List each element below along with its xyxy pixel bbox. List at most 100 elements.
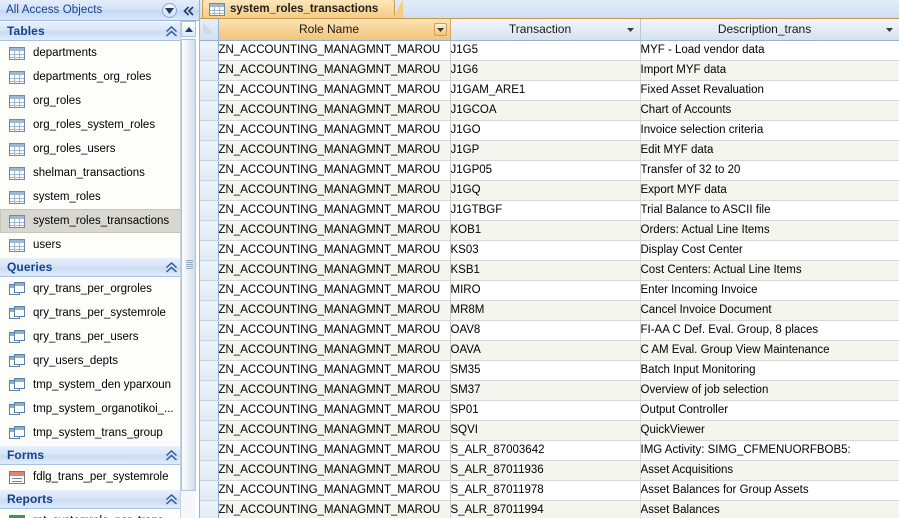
row-selector[interactable] bbox=[200, 180, 219, 201]
row-selector[interactable] bbox=[200, 80, 219, 101]
cell-role[interactable]: ZN_ACCOUNTING_MANAGMNT_MAROU bbox=[218, 440, 451, 461]
cell-transaction[interactable]: OAV8 bbox=[450, 320, 641, 341]
cell-transaction[interactable]: J1GP bbox=[450, 140, 641, 161]
row-selector[interactable] bbox=[200, 480, 219, 501]
cell-transaction[interactable]: MIRO bbox=[450, 280, 641, 301]
nav-item-org-roles-system-roles[interactable]: org_roles_system_roles bbox=[0, 113, 185, 137]
cell-role[interactable]: ZN_ACCOUNTING_MANAGMNT_MAROU bbox=[218, 160, 451, 181]
cell-transaction[interactable]: KSB1 bbox=[450, 260, 641, 281]
cell-description[interactable]: Overview of job selection bbox=[640, 380, 899, 401]
cell-description[interactable]: Chart of Accounts bbox=[640, 100, 899, 121]
table-row[interactable]: ZN_ACCOUNTING_MANAGMNT_MAROU SM35 Batch In… bbox=[200, 360, 899, 381]
row-selector[interactable] bbox=[200, 220, 219, 241]
table-row[interactable]: ZN_ACCOUNTING_MANAGMNT_MAROU SP01 Output C… bbox=[200, 400, 899, 421]
table-row[interactable]: ZN_ACCOUNTING_MANAGMNT_MAROU KOB1 Orders: … bbox=[200, 220, 899, 241]
column-header-description-trans[interactable]: Description_trans bbox=[640, 19, 899, 41]
double-chevron-left-icon[interactable] bbox=[181, 2, 197, 19]
filter-dropdown-icon[interactable] bbox=[433, 23, 447, 36]
row-selector[interactable] bbox=[200, 280, 219, 301]
cell-description[interactable]: MYF - Load vendor data bbox=[640, 40, 899, 61]
table-row[interactable]: ZN_ACCOUNTING_MANAGMNT_MAROU S_ALR_870119… bbox=[200, 500, 899, 518]
cell-description[interactable]: Fixed Asset Revaluation bbox=[640, 80, 899, 101]
double-chevron-up-icon[interactable] bbox=[165, 25, 178, 43]
nav-item-tmp-system-den-yparxoun[interactable]: tmp_system_den yparxoun bbox=[0, 373, 185, 397]
nav-item-org-roles[interactable]: org_roles bbox=[0, 89, 185, 113]
cell-role[interactable]: ZN_ACCOUNTING_MANAGMNT_MAROU bbox=[218, 200, 451, 221]
cell-role[interactable]: ZN_ACCOUNTING_MANAGMNT_MAROU bbox=[218, 300, 451, 321]
table-row[interactable]: ZN_ACCOUNTING_MANAGMNT_MAROU MR8M Cancel I… bbox=[200, 300, 899, 321]
nav-item-system-roles-transactions[interactable]: system_roles_transactions bbox=[0, 209, 185, 233]
row-selector[interactable] bbox=[200, 380, 219, 401]
row-selector[interactable] bbox=[200, 340, 219, 361]
table-row[interactable]: ZN_ACCOUNTING_MANAGMNT_MAROU MIRO Enter In… bbox=[200, 280, 899, 301]
cell-transaction[interactable]: OAVA bbox=[450, 340, 641, 361]
row-selector[interactable] bbox=[200, 440, 219, 461]
row-selector[interactable] bbox=[200, 240, 219, 261]
cell-transaction[interactable]: S_ALR_87011978 bbox=[450, 480, 641, 501]
tab-system-roles-transactions[interactable]: system_roles_transactions bbox=[202, 0, 404, 18]
row-selector[interactable] bbox=[200, 60, 219, 81]
cell-description[interactable]: QuickViewer bbox=[640, 420, 899, 441]
cell-description[interactable]: Batch Input Monitoring bbox=[640, 360, 899, 381]
row-selector[interactable] bbox=[200, 400, 219, 421]
nav-group-header-forms[interactable]: Forms bbox=[0, 445, 186, 465]
table-row[interactable]: ZN_ACCOUNTING_MANAGMNT_MAROU KSB1 Cost Cen… bbox=[200, 260, 899, 281]
column-header-role-name[interactable]: Role Name bbox=[218, 19, 451, 41]
cell-transaction[interactable]: J1GQ bbox=[450, 180, 641, 201]
row-selector[interactable] bbox=[200, 160, 219, 181]
scroll-up-arrow-icon[interactable] bbox=[181, 21, 196, 37]
nav-item-rpt-systemrole-per-trans[interactable]: rpt_systemrole_per_trans bbox=[0, 509, 185, 518]
nav-item-org-roles-users[interactable]: org_roles_users bbox=[0, 137, 185, 161]
nav-item-qry-users-depts[interactable]: qry_users_depts bbox=[0, 349, 185, 373]
cell-description[interactable]: Output Controller bbox=[640, 400, 899, 421]
cell-description[interactable]: Asset Balances for Group Assets bbox=[640, 480, 899, 501]
cell-transaction[interactable]: SM37 bbox=[450, 380, 641, 401]
cell-role[interactable]: ZN_ACCOUNTING_MANAGMNT_MAROU bbox=[218, 400, 451, 421]
table-row[interactable]: ZN_ACCOUNTING_MANAGMNT_MAROU J1GTBGF Trial… bbox=[200, 200, 899, 221]
double-chevron-up-icon[interactable] bbox=[165, 493, 178, 511]
chevron-down-icon[interactable] bbox=[162, 3, 177, 18]
cell-role[interactable]: ZN_ACCOUNTING_MANAGMNT_MAROU bbox=[218, 120, 451, 141]
table-row[interactable]: ZN_ACCOUNTING_MANAGMNT_MAROU J1GQ Export M… bbox=[200, 180, 899, 201]
table-row[interactable]: ZN_ACCOUNTING_MANAGMNT_MAROU SM37 Overview… bbox=[200, 380, 899, 401]
nav-item-tmp-system-trans-group[interactable]: tmp_system_trans_group bbox=[0, 421, 185, 445]
cell-role[interactable]: ZN_ACCOUNTING_MANAGMNT_MAROU bbox=[218, 320, 451, 341]
row-selector[interactable] bbox=[200, 320, 219, 341]
nav-group-header-queries[interactable]: Queries bbox=[0, 257, 186, 277]
cell-transaction[interactable]: S_ALR_87003642 bbox=[450, 440, 641, 461]
table-row[interactable]: ZN_ACCOUNTING_MANAGMNT_MAROU J1GCOA Chart … bbox=[200, 100, 899, 121]
table-row[interactable]: ZN_ACCOUNTING_MANAGMNT_MAROU SQVI QuickVie… bbox=[200, 420, 899, 441]
cell-description[interactable]: Cancel Invoice Document bbox=[640, 300, 899, 321]
cell-transaction[interactable]: KOB1 bbox=[450, 220, 641, 241]
cell-role[interactable]: ZN_ACCOUNTING_MANAGMNT_MAROU bbox=[218, 140, 451, 161]
nav-item-qry-trans-per-systemrole[interactable]: qry_trans_per_systemrole bbox=[0, 301, 185, 325]
table-row[interactable]: ZN_ACCOUNTING_MANAGMNT_MAROU S_ALR_870119… bbox=[200, 460, 899, 481]
row-selector[interactable] bbox=[200, 260, 219, 281]
cell-description[interactable]: Edit MYF data bbox=[640, 140, 899, 161]
cell-role[interactable]: ZN_ACCOUNTING_MANAGMNT_MAROU bbox=[218, 260, 451, 281]
select-all-corner-button[interactable] bbox=[200, 19, 219, 41]
nav-item-shelman-transactions[interactable]: shelman_transactions bbox=[0, 161, 185, 185]
cell-description[interactable]: C AM Eval. Group View Maintenance bbox=[640, 340, 899, 361]
nav-group-header-reports[interactable]: Reports bbox=[0, 489, 186, 509]
nav-item-qry-trans-per-users[interactable]: qry_trans_per_users bbox=[0, 325, 185, 349]
nav-item-departments[interactable]: departments bbox=[0, 41, 185, 65]
cell-role[interactable]: ZN_ACCOUNTING_MANAGMNT_MAROU bbox=[218, 460, 451, 481]
row-selector[interactable] bbox=[200, 40, 219, 61]
cell-transaction[interactable]: KS03 bbox=[450, 240, 641, 261]
cell-description[interactable]: Asset Balances bbox=[640, 500, 899, 518]
cell-role[interactable]: ZN_ACCOUNTING_MANAGMNT_MAROU bbox=[218, 220, 451, 241]
table-row[interactable]: ZN_ACCOUNTING_MANAGMNT_MAROU J1G5 MYF - Lo… bbox=[200, 40, 899, 61]
cell-transaction[interactable]: J1G5 bbox=[450, 40, 641, 61]
cell-description[interactable]: Asset Acquisitions bbox=[640, 460, 899, 481]
cell-role[interactable]: ZN_ACCOUNTING_MANAGMNT_MAROU bbox=[218, 340, 451, 361]
cell-transaction[interactable]: SP01 bbox=[450, 400, 641, 421]
scrollbar-thumb[interactable] bbox=[181, 39, 196, 491]
column-header-transaction[interactable]: Transaction bbox=[450, 19, 641, 41]
cell-description[interactable]: Display Cost Center bbox=[640, 240, 899, 261]
table-row[interactable]: ZN_ACCOUNTING_MANAGMNT_MAROU OAV8 FI-AA C … bbox=[200, 320, 899, 341]
row-selector[interactable] bbox=[200, 140, 219, 161]
table-row[interactable]: ZN_ACCOUNTING_MANAGMNT_MAROU J1G6 Import M… bbox=[200, 60, 899, 81]
nav-item-system-roles[interactable]: system_roles bbox=[0, 185, 185, 209]
cell-role[interactable]: ZN_ACCOUNTING_MANAGMNT_MAROU bbox=[218, 380, 451, 401]
